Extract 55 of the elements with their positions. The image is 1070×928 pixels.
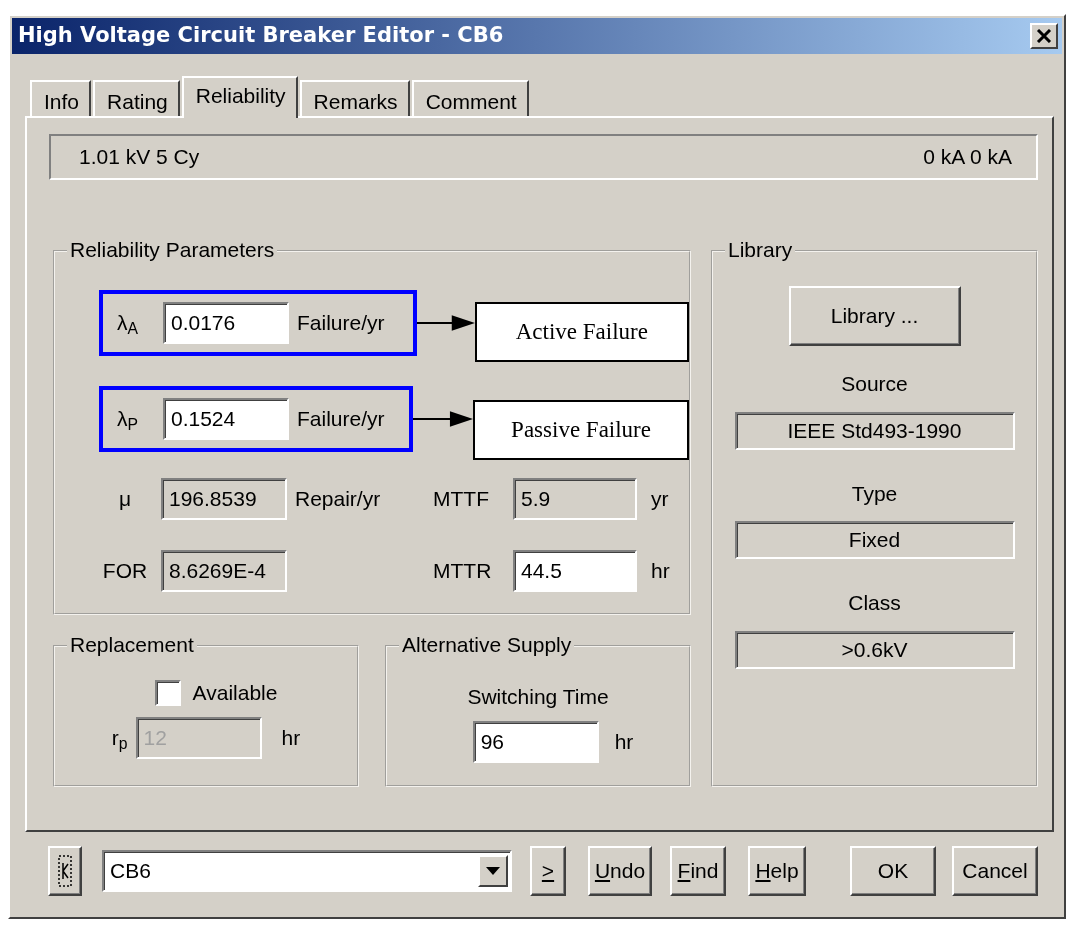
close-icon (1036, 29, 1052, 43)
tab[interactable]: Rating (93, 80, 180, 116)
readonly-field: 8.6269E-4 (161, 550, 287, 592)
tab[interactable]: Info (30, 80, 92, 116)
unit-label: hr (614, 728, 634, 755)
tab[interactable]: Comment (411, 80, 529, 116)
callout-label: Active Failure (474, 302, 689, 362)
tab[interactable]: Reliability (181, 76, 298, 118)
summary-text: 0 kA 0 kA (923, 144, 1012, 171)
field-label: MTTF (433, 486, 490, 513)
symbol-label: λ$_{A}$ (117, 310, 139, 339)
input-field[interactable]: 96 (472, 720, 599, 763)
arrow (412, 409, 474, 429)
button[interactable]: > (530, 846, 566, 896)
input-field[interactable]: 44.5 (513, 550, 637, 592)
unit-label: hr (281, 724, 301, 751)
input-field[interactable]: 0.0176 (163, 302, 289, 344)
tab[interactable]: Remarks (299, 80, 410, 116)
field-label: Type (851, 480, 898, 507)
field-label: MTTR (433, 558, 493, 585)
readonly-field: >0.6kV (734, 630, 1015, 669)
readonly-field: Fixed (734, 521, 1015, 559)
arrow (416, 313, 475, 333)
button[interactable]: OK (850, 846, 936, 896)
checkbox-label: Available (192, 680, 278, 706)
unit-label: Failure/yr (297, 310, 385, 337)
callout-label: Passive Failure (473, 400, 689, 460)
button[interactable]: Find (670, 846, 726, 896)
symbol-label: λ$_{P}$ (117, 406, 139, 435)
field-label: Source (841, 371, 908, 397)
field-label: μ (117, 486, 133, 513)
close-button[interactable] (1030, 23, 1058, 49)
field-label: r$_{p}$ (111, 724, 128, 754)
checkbox[interactable] (154, 679, 181, 706)
unit-label: Repair/yr (294, 486, 382, 513)
button[interactable]: Cancel (952, 846, 1038, 896)
dropdown-field[interactable]: CB6 (102, 850, 512, 892)
icon-button[interactable] (48, 846, 82, 896)
field-label: Class (848, 590, 901, 616)
unit-label: Failure/yr (297, 406, 385, 433)
input-field[interactable]: 0.1524 (163, 398, 289, 440)
window-title: High Voltage Circuit Breaker Editor - CB6 (18, 22, 504, 50)
unit-label: yr (650, 486, 670, 513)
caret-icon (486, 867, 500, 875)
readonly-field: 5.9 (513, 478, 637, 520)
library-button[interactable]: Library ... (788, 286, 961, 346)
unit-label: hr (650, 558, 671, 585)
document-icon (57, 854, 73, 889)
button[interactable]: Help (748, 846, 806, 896)
readonly-field: 196.8539 (161, 478, 287, 520)
field-label: Switching Time (467, 684, 609, 710)
readonly-field: IEEE Std493-1990 (734, 411, 1015, 450)
field-label: FOR (101, 558, 149, 585)
button[interactable]: Undo (588, 846, 652, 896)
summary-text: 1.01 kV 5 Cy (79, 144, 200, 171)
